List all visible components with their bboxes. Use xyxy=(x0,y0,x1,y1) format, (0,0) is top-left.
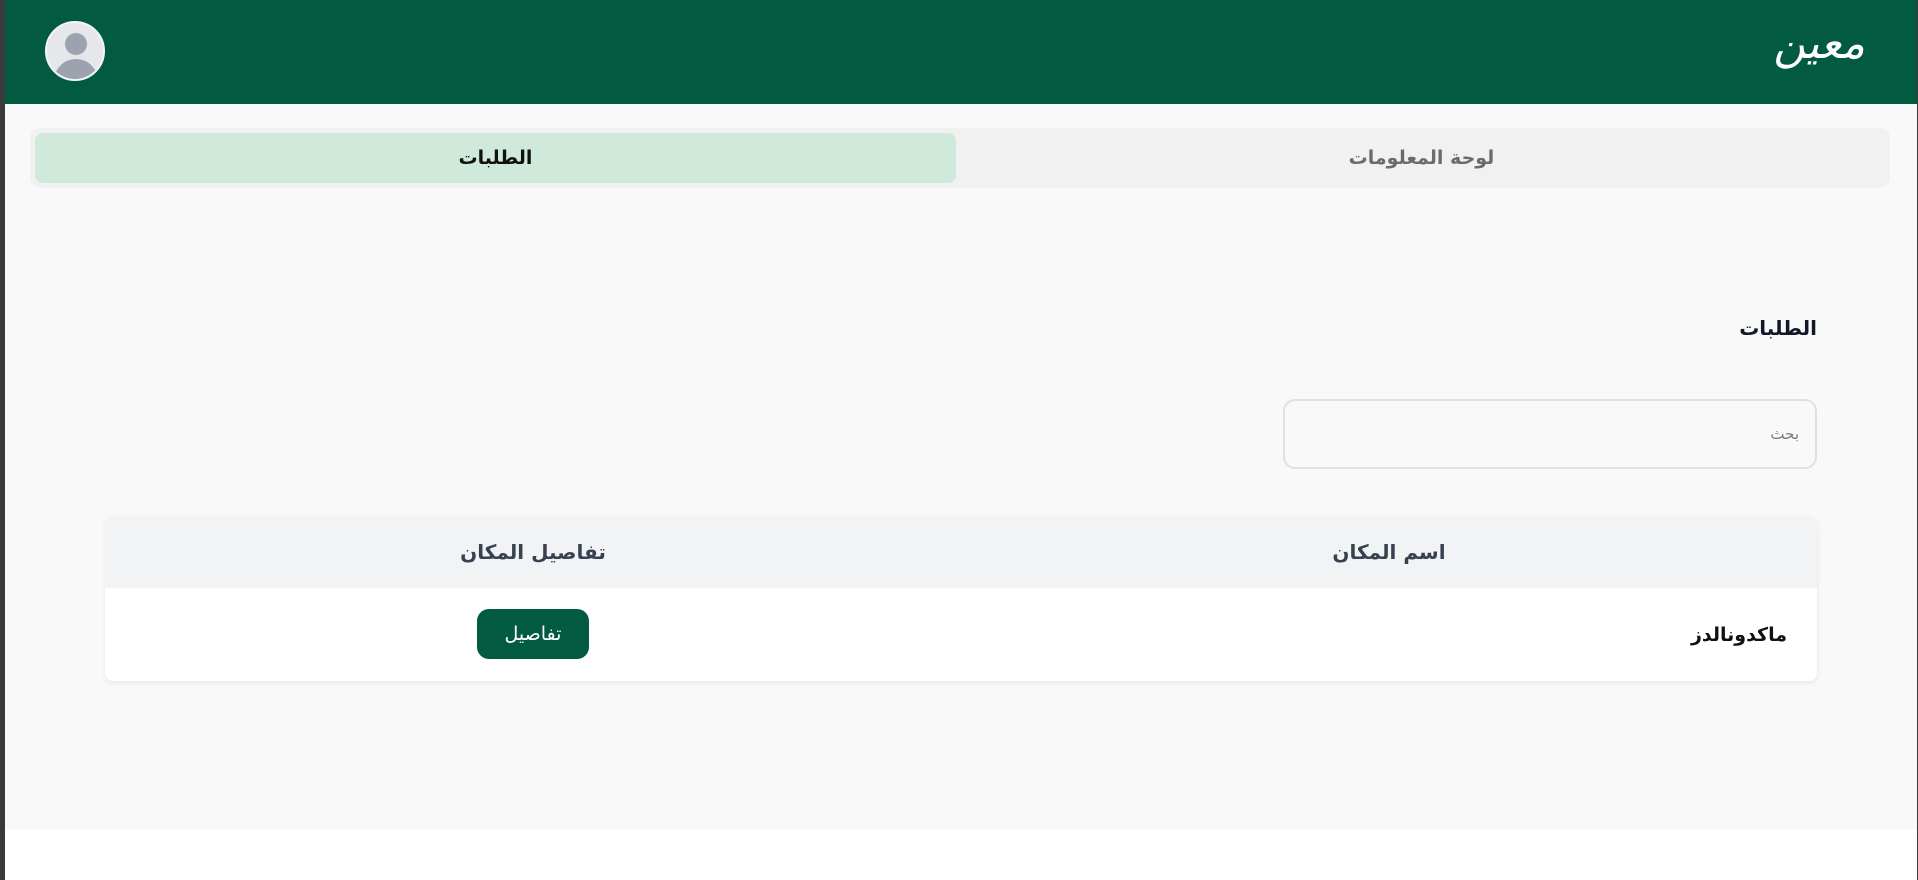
main-content: لوحة المعلومات الطلبات الطلبات اسم المكا… xyxy=(5,104,1917,830)
page-footer xyxy=(5,830,1917,880)
tab-dashboard[interactable]: لوحة المعلومات xyxy=(958,133,1885,183)
avatar-body xyxy=(54,59,98,79)
app-window: معين لوحة المعلومات الطلبات الطلبات اسم … xyxy=(5,0,1917,880)
search-input[interactable] xyxy=(1283,399,1817,469)
top-bar: معين xyxy=(5,0,1917,104)
place-name-cell: ماكدونالدز xyxy=(1690,623,1787,646)
column-header-place-name: اسم المكان xyxy=(1332,540,1446,564)
details-button[interactable]: تفاصيل xyxy=(477,609,589,659)
table-row: ماكدونالدز تفاصيل xyxy=(105,588,1817,681)
table-header: اسم المكان تفاصيل المكان xyxy=(105,516,1817,588)
column-header-place-details: تفاصيل المكان xyxy=(460,540,606,564)
tab-bar: لوحة المعلومات الطلبات xyxy=(30,128,1890,188)
avatar-head xyxy=(65,33,87,55)
orders-table: اسم المكان تفاصيل المكان ماكدونالدز تفاص… xyxy=(105,516,1817,681)
user-avatar-icon[interactable] xyxy=(45,21,105,81)
page-title: الطلبات xyxy=(1739,316,1817,340)
tab-orders[interactable]: الطلبات xyxy=(35,133,956,183)
app-logo: معين xyxy=(1773,18,1865,69)
